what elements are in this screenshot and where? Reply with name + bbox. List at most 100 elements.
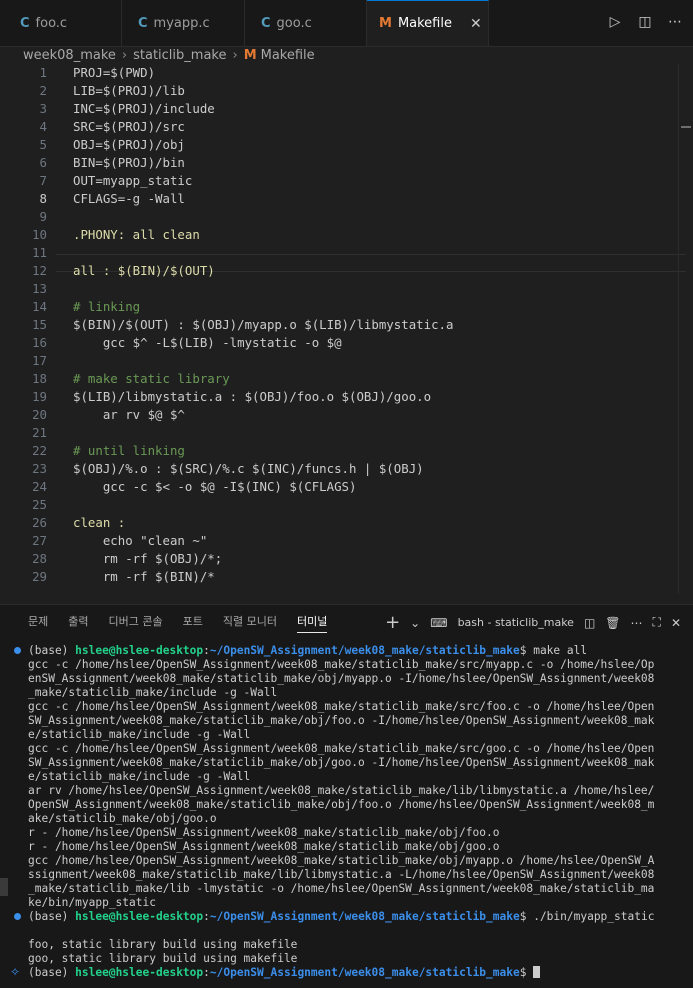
prompt-cmd: $	[519, 966, 534, 979]
code-line: 20 ar rv $@ $^	[0, 406, 693, 424]
line-number: 19	[32, 389, 47, 404]
prompt-path: ~/OpenSW_Assignment/week08_make/staticli…	[209, 910, 520, 923]
tab-goo-c[interactable]: C goo.c	[245, 0, 367, 46]
split-editor-icon[interactable]: ◫	[635, 14, 655, 30]
terminal-output-line: e/staticlib_make/include -g -Wall	[28, 728, 251, 741]
terminal-output-line: _make/staticlib_make/include -g -Wall	[28, 686, 278, 699]
tab-label: Makefile	[397, 16, 452, 31]
code-line: 5 OBJ=$(PROJ)/obj	[0, 136, 693, 154]
tab-problems[interactable]: 문제	[28, 612, 48, 632]
code-text: all : $(BIN)/$(OUT)	[73, 263, 215, 278]
code-line: 11	[0, 244, 693, 262]
tab-serial-monitor[interactable]: 직렬 모니터	[223, 612, 277, 632]
code-line: 21	[0, 424, 693, 442]
close-panel-icon[interactable]: ✕	[671, 616, 681, 630]
close-icon[interactable]: ✕	[470, 16, 482, 32]
prompt-prefix: (base)	[28, 966, 76, 979]
line-number: 27	[32, 533, 47, 548]
line-number: 2	[39, 83, 47, 98]
terminal-output-line: ar rv /home/hslee/OpenSW_Assignment/week…	[28, 784, 655, 797]
code-line: 7 OUT=myapp_static	[0, 172, 693, 190]
terminal-output-line: ssignment/week08_make/staticlib_make/lib…	[28, 868, 655, 881]
line-number: 28	[32, 551, 47, 566]
tab-label: myapp.c	[153, 15, 210, 31]
terminal-output-line: r - /home/hslee/OpenSW_Assignment/week08…	[28, 840, 500, 853]
line-number: 18	[32, 371, 47, 386]
line-number: 10	[32, 227, 47, 242]
tab-debug-console[interactable]: 디버그 콘솔	[109, 612, 163, 632]
line-number: 14	[32, 299, 47, 314]
tab-makefile[interactable]: M Makefile ✕	[367, 0, 489, 46]
chevron-down-icon[interactable]: ⌄	[410, 616, 420, 630]
line-number: 29	[32, 569, 47, 584]
sparkle-icon[interactable]: ✧	[10, 965, 20, 979]
code-text: INC=$(PROJ)/include	[73, 101, 215, 116]
code-text: PROJ=$(PWD)	[73, 65, 156, 80]
tab-ports[interactable]: 포트	[183, 612, 203, 632]
code-text: $(BIN)/$(OUT) : $(OBJ)/myapp.o $(LIB)/li…	[73, 317, 454, 332]
trash-icon[interactable]: 🗑	[605, 616, 620, 630]
tab-label: foo.c	[35, 15, 68, 31]
terminal-output-line: r - /home/hslee/OpenSW_Assignment/week08…	[28, 826, 500, 839]
breadcrumb-item-folder[interactable]: week08_make	[23, 48, 116, 63]
terminal-prompt-line: (base) hslee@hslee-desktop:~/OpenSW_Assi…	[28, 966, 678, 980]
code-line: 29 rm -rf $(BIN)/*	[0, 568, 693, 586]
tab-output[interactable]: 출력	[68, 612, 88, 632]
more-actions-icon[interactable]: ⋯	[631, 616, 643, 630]
line-number: 25	[32, 497, 47, 512]
code-line: 15 $(BIN)/$(OUT) : $(OBJ)/myapp.o $(LIB)/…	[0, 316, 693, 334]
line-number: 11	[32, 245, 47, 260]
prompt-user: hslee@hslee-desktop	[75, 910, 204, 923]
code-text: # linking	[73, 299, 141, 314]
c-file-icon: C	[138, 15, 148, 31]
editor-tab-bar: C foo.c C myapp.c C goo.c M Makefile ✕ ▷…	[0, 0, 693, 47]
tab-myapp-c[interactable]: C myapp.c	[122, 0, 245, 46]
run-icon[interactable]: ▷	[605, 14, 625, 30]
tab-label: goo.c	[276, 15, 312, 31]
breadcrumb-item-file[interactable]: Makefile	[261, 48, 315, 63]
code-editor[interactable]: 1 PROJ=$(PWD) 2 LIB=$(PROJ)/lib 3 INC=$(PROJ)…	[0, 64, 693, 594]
code-line: 17	[0, 352, 693, 370]
code-line: 13	[0, 280, 693, 298]
more-actions-icon[interactable]: ⋯	[665, 14, 685, 30]
prompt-colon: :	[203, 910, 210, 923]
line-number: 15	[32, 317, 47, 332]
code-line: 10 .PHONY: all clean	[0, 226, 693, 244]
sidebar-edge	[0, 878, 8, 896]
code-line: 8 CFLAGS=-g -Wall	[0, 190, 693, 208]
code-line: 9	[0, 208, 693, 226]
command-status-dot	[14, 913, 21, 920]
code-text: $(LIB)/libmystatic.a : $(OBJ)/foo.o $(OB…	[73, 389, 432, 404]
terminal-output-line: gcc -c /home/hslee/OpenSW_Assignment/wee…	[28, 658, 655, 671]
code-text: # until linking	[73, 443, 185, 458]
code-line: 26 clean :	[0, 514, 693, 532]
breadcrumb: week08_make › staticlib_make › M Makefil…	[0, 46, 693, 64]
terminal-output-line: goo, static library build using makefile	[28, 952, 298, 965]
prompt-colon: :	[203, 644, 210, 657]
terminal-name[interactable]: bash - staticlib_make	[458, 616, 574, 629]
code-text: ar rv $@ $^	[73, 407, 185, 422]
overview-ruler[interactable]	[678, 64, 693, 594]
prompt-prefix: (base)	[28, 644, 76, 657]
tab-foo-c[interactable]: C foo.c	[0, 0, 122, 46]
code-text: .PHONY: all clean	[73, 227, 200, 242]
code-text: $(OBJ)/%.o : $(SRC)/%.c $(INC)/funcs.h |…	[73, 461, 424, 476]
split-terminal-icon[interactable]: ◫	[584, 616, 595, 630]
breadcrumb-item-subfolder[interactable]: staticlib_make	[133, 48, 226, 63]
terminal-output[interactable]: (base) hslee@hslee-desktop:~/OpenSW_Assi…	[28, 644, 678, 980]
line-number: 4	[39, 119, 47, 134]
prompt-path: ~/OpenSW_Assignment/week08_make/staticli…	[209, 966, 520, 979]
terminal-output-line: enSW_Assignment/week08_make/staticlib_ma…	[28, 672, 655, 685]
tab-terminal[interactable]: 터미널	[296, 612, 328, 633]
c-file-icon: C	[261, 15, 271, 31]
line-number: 7	[39, 173, 47, 188]
line-number: 1	[39, 65, 47, 80]
prompt-cmd: $ ./bin/myapp_static	[519, 910, 655, 923]
line-number: 8	[39, 191, 47, 206]
maximize-panel-icon[interactable]: ⛶	[653, 615, 661, 630]
chevron-right-icon: ›	[232, 47, 238, 63]
add-terminal-icon[interactable]: +	[385, 612, 400, 633]
code-line: 2 LIB=$(PROJ)/lib	[0, 82, 693, 100]
line-number: 12	[32, 263, 47, 278]
code-line: 28 rm -rf $(OBJ)/*;	[0, 550, 693, 568]
